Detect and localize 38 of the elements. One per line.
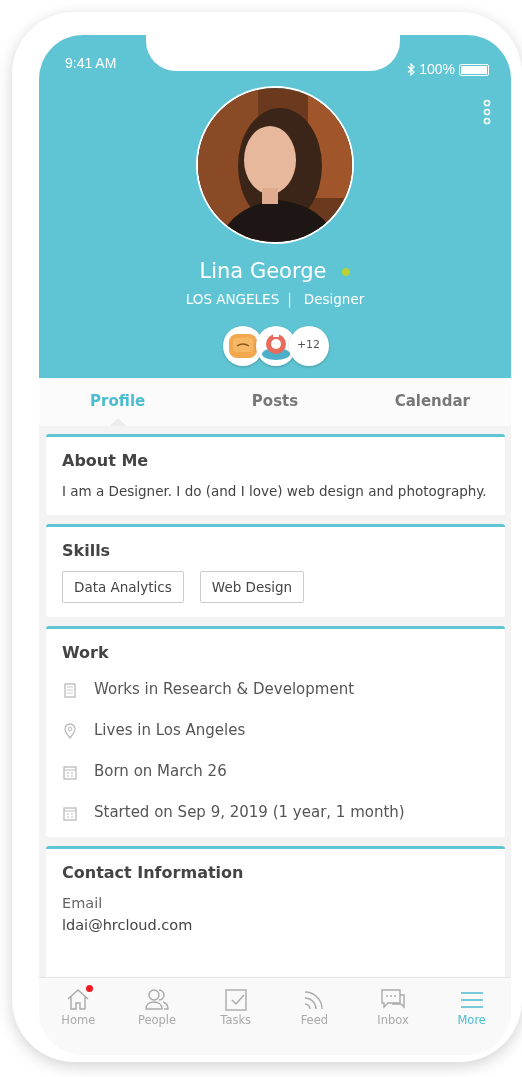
work-detail: Lives in Los Angeles <box>94 720 246 742</box>
profile-tab[interactable]: Profile <box>39 377 197 426</box>
separator: | <box>287 290 292 310</box>
field-label: Email <box>62 894 104 913</box>
nav-tab[interactable]: Feed <box>275 986 354 1032</box>
card-title: About Me <box>62 449 150 472</box>
profile-tab[interactable]: Calendar <box>353 377 511 426</box>
profile-city: LOS ANGELES <box>185 290 280 310</box>
nav-tab[interactable]: Inbox <box>353 986 433 1032</box>
skill-tag: Web Design <box>199 570 305 603</box>
people-icon <box>143 986 171 1012</box>
card-title: Contact Information <box>62 862 245 884</box>
field-value: ldai@hrcloud.com <box>62 915 194 935</box>
nav-tab[interactable]: Tasks <box>196 986 275 1032</box>
nav-tab[interactable]: More <box>432 986 511 1032</box>
work-detail: Born on March 26 <box>94 761 227 783</box>
building-icon <box>62 681 78 698</box>
more-count: +12 <box>288 325 329 366</box>
battery-icon <box>459 63 489 76</box>
about-text: I am a Designer. I do (and I love) web design and photography. <box>62 481 488 501</box>
more-icon[interactable] <box>483 99 491 125</box>
profile-name: Lina George <box>199 258 327 285</box>
calendar-icon <box>62 804 78 821</box>
work-detail: Started on Sep 9, 2019 (1 year, 1 month) <box>94 802 405 824</box>
skill-tag: Data Analytics <box>62 570 184 603</box>
location-pin-icon <box>62 722 78 739</box>
profile-tab[interactable]: Posts <box>196 377 354 426</box>
calendar-icon <box>62 763 78 780</box>
chat-icon <box>379 986 407 1012</box>
status-time: 9:41 AM <box>65 54 117 73</box>
card-title: Work <box>62 642 110 664</box>
bluetooth-icon <box>407 63 416 76</box>
card-title: Skills <box>62 539 112 562</box>
nav-tab[interactable]: Home <box>39 986 118 1032</box>
nav-tab[interactable]: People <box>117 986 197 1032</box>
battery-percent: 100% <box>419 60 455 79</box>
profile-role: Designer <box>303 290 365 310</box>
work-detail: Works in Research & Development <box>94 679 355 701</box>
